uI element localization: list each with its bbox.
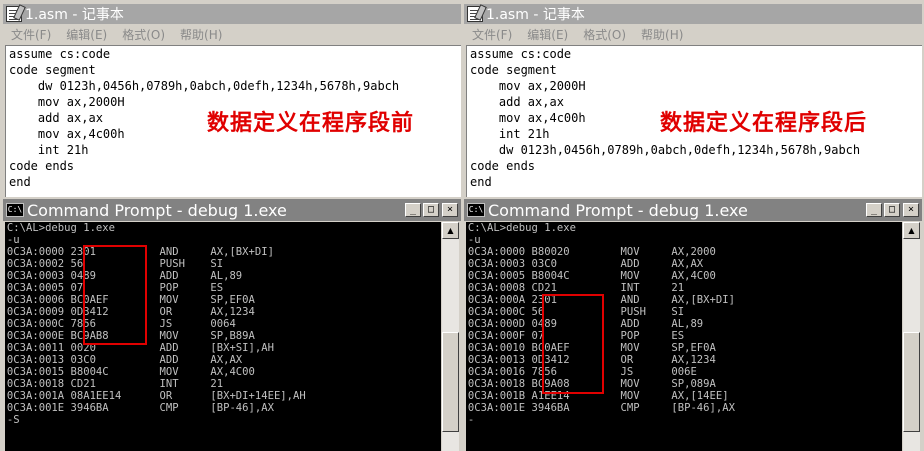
console-line: C:\AL>debug 1.exe [467, 222, 577, 234]
close-button[interactable]: × [442, 203, 458, 217]
annotation-caption: 数据定义在程序段前 [207, 111, 415, 136]
code-line: code ends [470, 159, 536, 173]
code-line: code segment [470, 63, 557, 77]
code-line: dw 0123h,0456h,0789h,0abch,0defh,1234h,5… [9, 79, 400, 93]
notepad-title-bar[interactable]: 1.asm - 记事本 [3, 4, 461, 24]
menu-edit[interactable]: 编辑(E) [527, 26, 568, 43]
menu-format[interactable]: 格式(O) [122, 26, 165, 43]
console-output[interactable]: C:\AL>debug 1.exe -u 0C3A:0000 B80020 MO… [466, 222, 902, 451]
code-line: assume cs:code [470, 47, 572, 61]
menu-file[interactable]: 文件(F) [11, 26, 51, 43]
scroll-up-arrow-icon[interactable]: ▲ [442, 222, 459, 239]
scroll-up-arrow-icon[interactable]: ▲ [903, 222, 920, 239]
notepad-icon[interactable] [6, 6, 22, 22]
console-scrollbar[interactable]: ▲ [903, 222, 920, 451]
code-line: int 21h [9, 143, 89, 157]
notepad-title: 1.asm - 记事本 [25, 7, 124, 23]
maximize-button[interactable]: □ [884, 203, 900, 217]
close-button[interactable]: × [903, 203, 919, 217]
minimize-button[interactable]: _ [405, 203, 421, 217]
scroll-thumb[interactable] [442, 332, 459, 432]
cmd-title-bar[interactable]: C:\ Command Prompt - debug 1.exe _ □ × [464, 199, 922, 221]
notepad-title: 1.asm - 记事本 [486, 7, 585, 23]
code-line: dw 0123h,0456h,0789h,0abch,0defh,1234h,5… [470, 143, 861, 157]
notepad-title-bar[interactable]: 1.asm - 记事本 [464, 4, 922, 24]
console-line: 0C3A:001E 3946BA CMP [BP-46],AX [6, 401, 274, 414]
scroll-thumb[interactable] [903, 332, 920, 432]
console-scrollbar[interactable]: ▲ [442, 222, 459, 451]
console-line: C:\AL>debug 1.exe [6, 222, 116, 234]
menu-file[interactable]: 文件(F) [472, 26, 512, 43]
console-output[interactable]: C:\AL>debug 1.exe -u 0C3A:0000 2301 AND … [5, 222, 441, 451]
code-line: end [470, 175, 492, 189]
menu-edit[interactable]: 编辑(E) [66, 26, 107, 43]
notepad-menu-bar: 文件(F) 编辑(E) 格式(O) 帮助(H) [3, 25, 461, 43]
cmd-title: Command Prompt - debug 1.exe [488, 200, 748, 220]
maximize-button[interactable]: □ [423, 203, 439, 217]
notepad-icon[interactable] [467, 6, 483, 22]
code-line: assume cs:code [9, 47, 111, 61]
notepad-menu-bar: 文件(F) 编辑(E) 格式(O) 帮助(H) [464, 25, 922, 43]
cmd-title-bar[interactable]: C:\ Command Prompt - debug 1.exe _ □ × [3, 199, 461, 221]
code-line: end [9, 175, 31, 189]
left-panel: 1.asm - 记事本 文件(F) 编辑(E) 格式(O) 帮助(H) assu… [3, 0, 461, 451]
annotation-caption: 数据定义在程序段后 [660, 111, 868, 136]
menu-help[interactable]: 帮助(H) [180, 26, 222, 43]
command-prompt-icon[interactable]: C:\ [6, 203, 24, 217]
cmd-title: Command Prompt - debug 1.exe [27, 200, 287, 220]
minimize-button[interactable]: _ [866, 203, 882, 217]
command-prompt-icon[interactable]: C:\ [467, 203, 485, 217]
console-line: - [467, 413, 475, 426]
code-line: code ends [9, 159, 75, 173]
right-panel: 1.asm - 记事本 文件(F) 编辑(E) 格式(O) 帮助(H) assu… [464, 0, 922, 451]
code-line: code segment [9, 63, 96, 77]
console-line: -S [6, 413, 20, 426]
menu-help[interactable]: 帮助(H) [641, 26, 683, 43]
code-line: mov ax,2000H [470, 79, 586, 93]
console-line: 0C3A:001E 3946BA CMP [BP-46],AX [467, 401, 735, 414]
menu-format[interactable]: 格式(O) [583, 26, 626, 43]
